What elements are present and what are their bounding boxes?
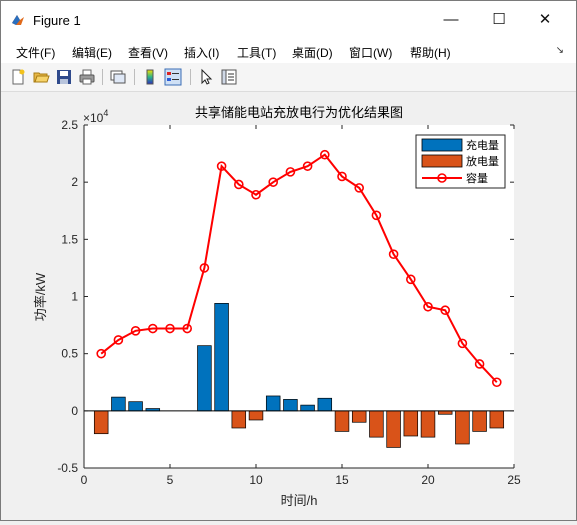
- chart: 0 5 10 15 20 25-0.500.511.522.5 共享储能电站充放电行为优化…: [33, 105, 521, 508]
- figure-window: Figure 1 — ☐ ✕ 文件(F) 编辑(E) 查看(V) 插入(I) 工…: [0, 0, 577, 521]
- charge-bar-8: [214, 303, 229, 412]
- y-tick-label: 2.5: [61, 118, 78, 132]
- close-icon: ✕: [538, 11, 552, 28]
- discharge-bar-24: [489, 410, 505, 429]
- x-tick-label: 5: [167, 473, 174, 487]
- menu-edit[interactable]: 编辑(E): [72, 44, 112, 61]
- discharge-bar-20: [420, 410, 436, 438]
- link-plot-icon[interactable]: [109, 68, 127, 86]
- legend-label-capacity: 容量: [466, 171, 488, 185]
- legend-label-charge: 充电量: [466, 138, 499, 152]
- chart-title: 共享储能电站充放电行为优化结果图: [195, 105, 403, 120]
- menu-bar: 文件(F) 编辑(E) 查看(V) 插入(I) 工具(T) 桌面(D) 窗口(W…: [1, 39, 576, 63]
- y-tick-label: 1.5: [61, 232, 78, 246]
- matlab-logo-icon: [12, 15, 24, 25]
- property-inspector-icon[interactable]: [220, 68, 238, 86]
- y-tick-label: 0.5: [61, 347, 78, 361]
- menu-window[interactable]: 窗口(W): [349, 44, 392, 61]
- legend-swatch-charge: [421, 138, 463, 152]
- menu-help[interactable]: 帮助(H): [410, 44, 451, 61]
- discharge-bar-15: [334, 410, 350, 432]
- window-title: Figure 1: [33, 13, 81, 28]
- charge-bar-11: [265, 395, 281, 412]
- open-folder-icon[interactable]: [32, 68, 50, 86]
- discharge-bar-10: [248, 410, 264, 421]
- discharge-bar-16: [351, 410, 367, 423]
- toolbar-separator: [134, 69, 135, 85]
- y-axis-label: 功率/kW: [33, 272, 48, 321]
- discharge-bar-18: [386, 410, 401, 448]
- menu-view[interactable]: 查看(V): [128, 44, 168, 61]
- save-icon[interactable]: [55, 68, 73, 86]
- discharge-bar-19: [403, 410, 419, 437]
- menu-insert[interactable]: 插入(I): [184, 44, 219, 61]
- maximize-button[interactable]: ☐: [476, 1, 522, 39]
- y-exponent-label: ×104: [83, 108, 108, 125]
- x-tick-label: 10: [249, 473, 263, 487]
- discharge-bar-9: [231, 410, 247, 429]
- title-bar: Figure 1 — ☐ ✕: [1, 1, 576, 39]
- toolbar: [1, 63, 576, 92]
- dock-arrow-icon[interactable]: ↘: [556, 45, 564, 56]
- x-tick-label: 25: [507, 473, 521, 487]
- minimize-icon: —: [443, 11, 459, 28]
- legend-label-discharge: 放电量: [466, 154, 499, 168]
- legend-swatch-discharge: [421, 154, 463, 168]
- charge-bar-2: [111, 396, 126, 412]
- toolbar-separator: [190, 69, 191, 85]
- x-axis-label: 时间/h: [281, 493, 318, 508]
- menu-file[interactable]: 文件(F): [16, 44, 55, 61]
- charge-bar-7: [197, 345, 212, 412]
- charge-bar-14: [317, 397, 333, 412]
- y-tick-label: 0: [71, 404, 78, 418]
- insert-legend-icon[interactable]: [164, 68, 182, 86]
- menu-tools[interactable]: 工具(T): [237, 44, 276, 61]
- figure-canvas: 0 5 10 15 20 25 -0.5 0 0.5 1 1.5 2 2.5 共享储能电站充放电行为优化…: [1, 92, 576, 520]
- y-tick-label: 2: [71, 175, 78, 189]
- new-file-icon[interactable]: [9, 68, 27, 86]
- discharge-bar-17: [369, 410, 384, 438]
- x-tick-label: 0: [81, 473, 88, 487]
- toolbar-separator: [102, 69, 103, 85]
- charge-bar-3: [128, 401, 143, 412]
- x-tick-label: 20: [421, 473, 435, 487]
- insert-colorbar-icon[interactable]: [141, 68, 159, 86]
- y-exponent-power: 4: [103, 108, 108, 118]
- pointer-icon[interactable]: [197, 68, 215, 86]
- print-icon[interactable]: [78, 68, 96, 86]
- y-tick-label: 1: [71, 290, 78, 304]
- charge-bar-13: [300, 404, 315, 412]
- legend[interactable]: 充电量 放电量 容量: [415, 134, 506, 189]
- close-button[interactable]: ✕: [522, 1, 568, 39]
- discharge-bar-21: [437, 410, 453, 415]
- maximize-icon: ☐: [492, 11, 506, 28]
- y-tick-label: -0.5: [57, 461, 78, 475]
- discharge-bar-1: [93, 410, 109, 435]
- minimize-button[interactable]: —: [428, 1, 474, 39]
- discharge-bar-22: [455, 410, 470, 445]
- discharge-bar-23: [472, 410, 487, 432]
- menu-desktop[interactable]: 桌面(D): [292, 44, 333, 61]
- charge-bar-12: [283, 399, 298, 412]
- x-tick-label: 15: [335, 473, 349, 487]
